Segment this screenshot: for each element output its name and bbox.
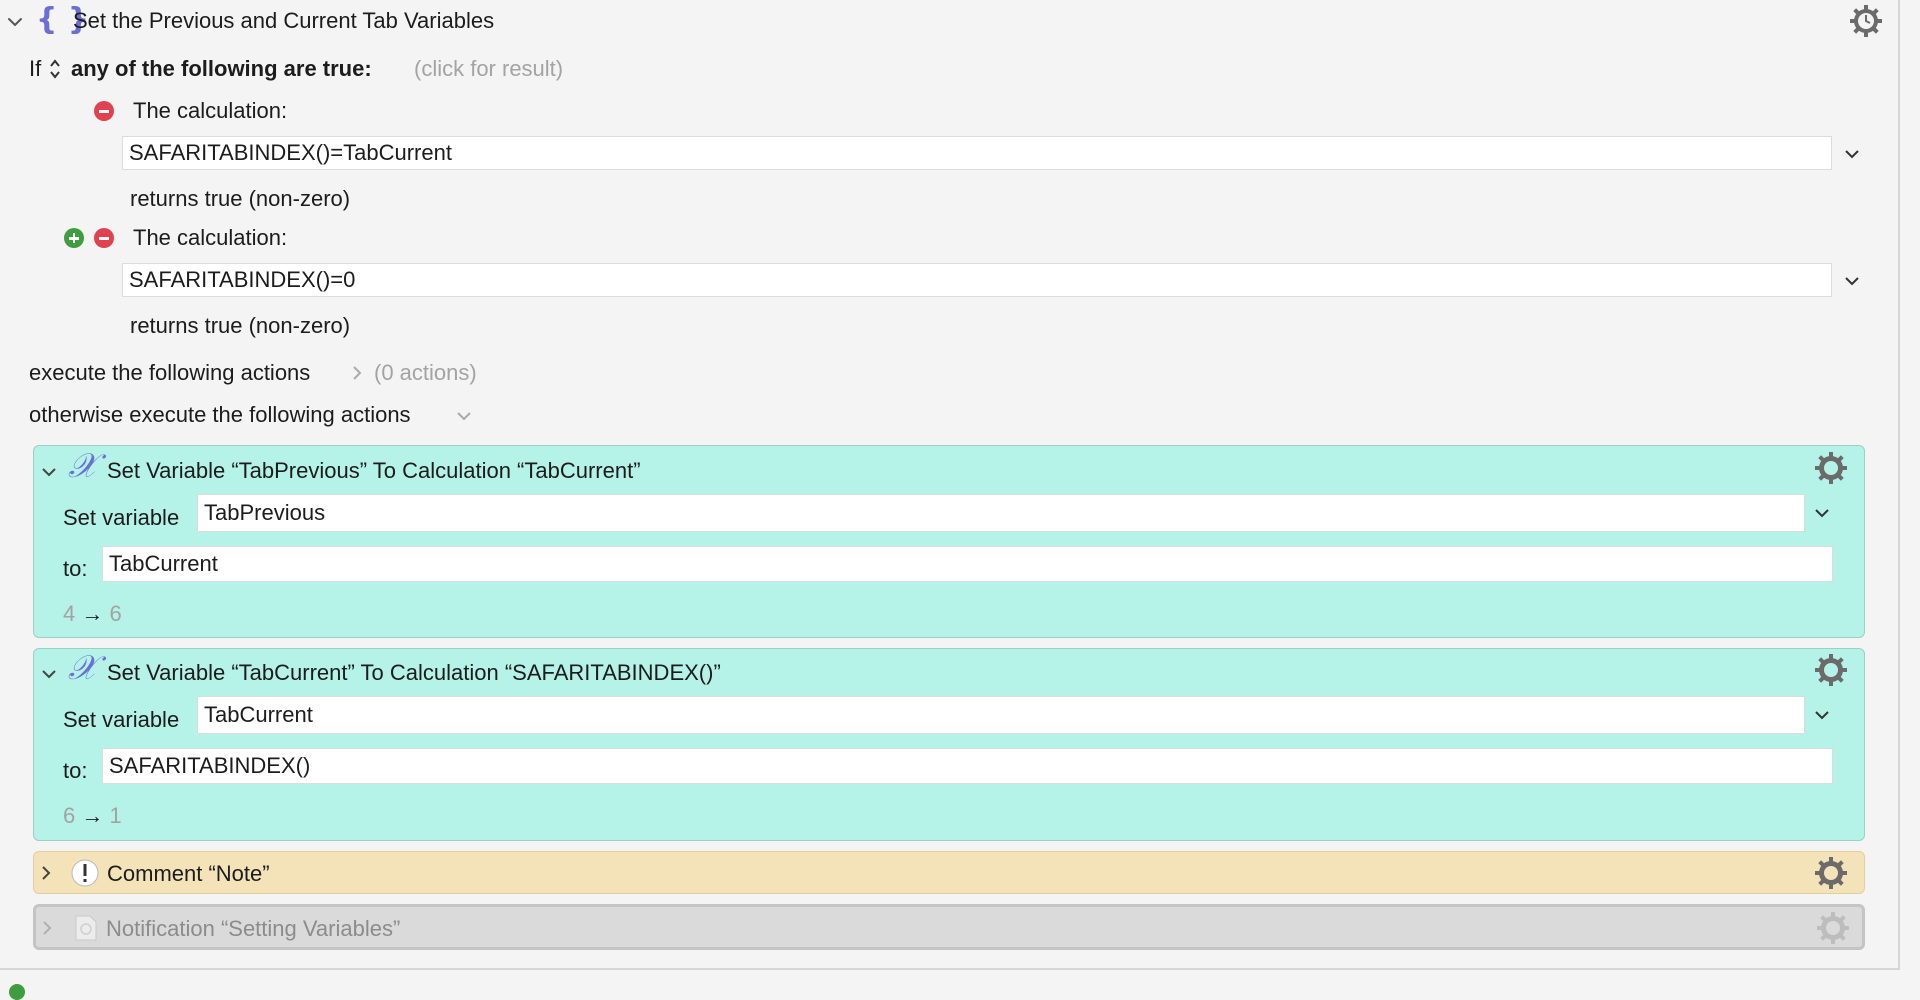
action-set-variable-2[interactable]: 𝒳 Set Variable “TabCurrent” To Calculati…	[33, 648, 1865, 841]
click-for-result-link[interactable]: (click for result)	[414, 58, 563, 80]
condition-2-returns[interactable]: returns true (non-zero)	[130, 315, 350, 337]
action-2-result-from: 6	[63, 803, 76, 828]
gear-clock-icon[interactable]	[1849, 4, 1883, 38]
action-2-gear-icon[interactable]	[1814, 653, 1848, 687]
action-2-collapse-chevron-icon[interactable]	[40, 665, 58, 683]
action-comment[interactable]: Comment “Note”	[33, 851, 1865, 894]
action-2-result: 6 → 1	[63, 805, 122, 827]
action-title[interactable]: Set the Previous and Current Tab Variabl…	[73, 10, 494, 32]
action-1-collapse-chevron-icon[interactable]	[40, 463, 58, 481]
action-1-result-from: 4	[63, 601, 76, 626]
remove-condition-2-icon[interactable]	[94, 228, 114, 248]
chevron-right-icon[interactable]	[350, 364, 364, 382]
condition-1-returns[interactable]: returns true (non-zero)	[130, 188, 350, 210]
condition-2-label: The calculation:	[133, 225, 288, 250]
action-1-variable-field[interactable]: TabPrevious	[197, 494, 1805, 532]
condition-mode-select[interactable]: any of the following are true:	[71, 58, 372, 80]
action-1-result: 4 → 6	[63, 603, 122, 625]
notification-icon	[75, 915, 97, 941]
action-notification-disabled[interactable]: Notification “Setting Variables”	[33, 904, 1865, 950]
action-1-title[interactable]: Set Variable “TabPrevious” To Calculatio…	[107, 460, 641, 482]
action-2-result-to: 1	[109, 803, 122, 828]
condition-1-label: The calculation:	[133, 98, 288, 123]
action-1-gear-icon[interactable]	[1814, 451, 1848, 485]
action-1-result-to: 6	[109, 601, 122, 626]
action-1-set-label: Set variable	[63, 505, 180, 530]
add-condition-icon[interactable]	[64, 228, 84, 248]
condition-1-expression-field[interactable]: SAFARITABINDEX()=TabCurrent	[122, 136, 1832, 170]
action-1-variable-chevron-icon[interactable]	[1814, 506, 1830, 520]
notification-title[interactable]: Notification “Setting Variables”	[106, 918, 400, 940]
comment-title[interactable]: Comment “Note”	[107, 863, 270, 885]
notification-gear-icon[interactable]	[1816, 911, 1850, 945]
else-chevron-down-icon[interactable]	[456, 409, 472, 423]
action-1-value-field[interactable]: TabCurrent	[102, 546, 1833, 582]
comment-icon	[71, 859, 99, 887]
updown-arrows-icon[interactable]	[49, 58, 61, 80]
action-1-result-arrow: →	[81, 601, 104, 626]
comment-expand-chevron-icon[interactable]	[39, 864, 53, 882]
if-label: If	[29, 56, 42, 81]
comment-gear-icon[interactable]	[1814, 856, 1848, 890]
variable-x-icon: 𝒳	[68, 446, 98, 486]
action-1-to-label: to:	[63, 556, 88, 581]
panel-border-bottom	[0, 968, 1900, 970]
action-2-to-label: to:	[63, 758, 88, 783]
collapse-chevron-down-icon[interactable]	[6, 13, 24, 31]
panel-border-right	[1898, 0, 1900, 970]
variable-x-icon: 𝒳	[68, 648, 98, 688]
action-2-set-label: Set variable	[63, 707, 180, 732]
action-2-value-field[interactable]: SAFARITABINDEX()	[102, 748, 1833, 784]
action-2-variable-chevron-icon[interactable]	[1814, 708, 1830, 722]
next-item-add-icon[interactable]	[9, 984, 25, 1000]
action-2-variable-field[interactable]: TabCurrent	[197, 696, 1805, 734]
condition-2-chevron-down-icon[interactable]	[1844, 274, 1860, 288]
action-2-result-arrow: →	[81, 803, 104, 828]
condition-2-expression-field[interactable]: SAFARITABINDEX()=0	[122, 263, 1832, 297]
condition-1-chevron-down-icon[interactable]	[1844, 147, 1860, 161]
remove-condition-1-icon[interactable]	[94, 101, 114, 121]
action-2-title[interactable]: Set Variable “TabCurrent” To Calculation…	[107, 662, 721, 684]
then-actions-count[interactable]: (0 actions)	[374, 362, 477, 384]
then-actions-label: execute the following actions	[29, 360, 311, 385]
else-actions-label: otherwise execute the following actions	[29, 402, 411, 427]
action-set-variable-1[interactable]: 𝒳 Set Variable “TabPrevious” To Calculat…	[33, 445, 1865, 638]
notification-expand-chevron-icon[interactable]	[40, 919, 54, 937]
